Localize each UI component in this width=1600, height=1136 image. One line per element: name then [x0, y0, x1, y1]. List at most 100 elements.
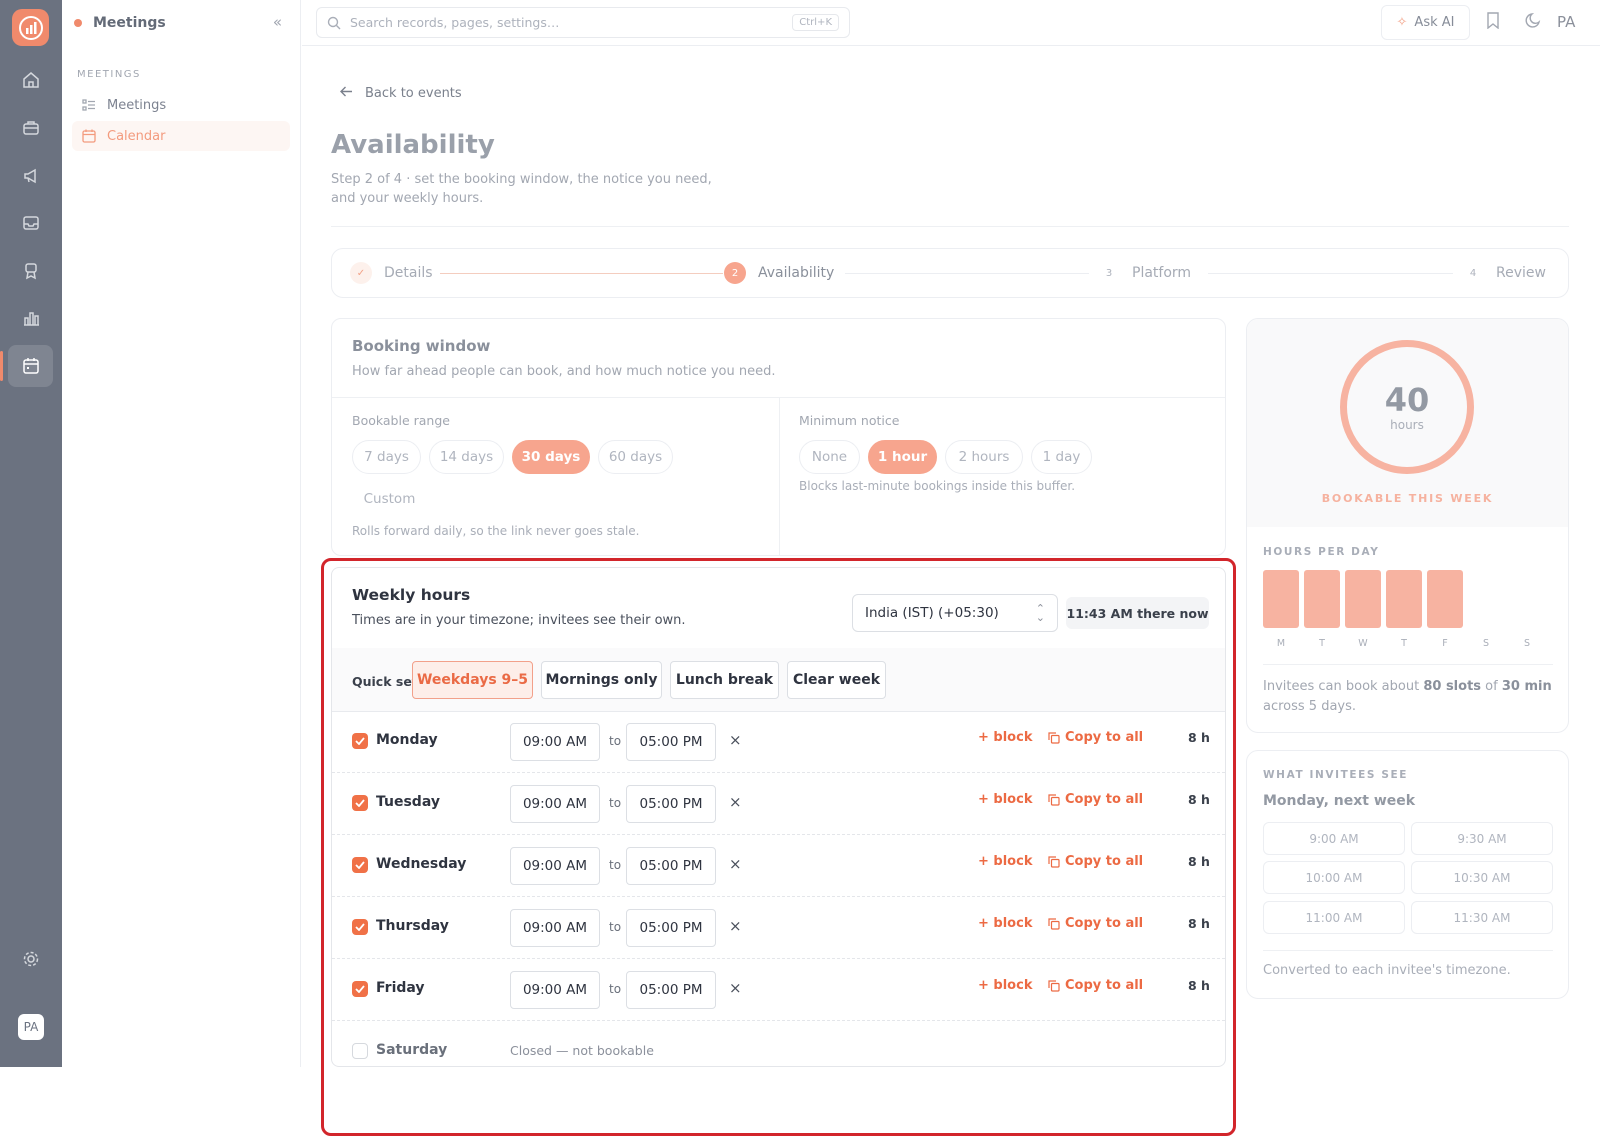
day-axis-label: T [1401, 638, 1407, 649]
list-icon [82, 99, 96, 111]
card-subtitle: How far ahead people can book, and how m… [352, 364, 776, 379]
divider [779, 397, 780, 555]
time-slot: 11:00 AM [1263, 901, 1405, 934]
step-details[interactable]: ✓ Details [350, 249, 433, 297]
invitee-preview-title: WHAT INVITEES SEE [1263, 769, 1409, 781]
step-connector [1208, 273, 1453, 274]
ring-panel: 40 hours BOOKABLE THIS WEEK [1247, 319, 1568, 527]
step-label: Platform [1132, 265, 1192, 281]
step-number: 4 [1469, 267, 1477, 279]
range-option-14-days[interactable]: 14 days [429, 440, 504, 474]
day-hours-bar [1263, 570, 1299, 628]
check-icon: ✓ [350, 262, 372, 284]
sparkle-icon: ✧ [1396, 15, 1408, 30]
summary-slots: 80 slots [1423, 679, 1482, 694]
range-option-60-days[interactable]: 60 days [598, 440, 673, 474]
status-dot [74, 19, 82, 27]
bookmark-icon[interactable] [1486, 12, 1500, 29]
range-option-30-days[interactable]: 30 days [512, 440, 590, 474]
app-logo-icon[interactable] [12, 9, 49, 46]
user-avatar[interactable]: PA [1557, 13, 1575, 31]
page-title: Availability [331, 130, 495, 160]
search-icon [327, 16, 341, 30]
dark-mode-moon-icon[interactable] [1525, 12, 1542, 29]
inbox-icon[interactable] [8, 202, 53, 244]
sidebar-item-calendar[interactable]: Calendar [72, 121, 290, 151]
step-progress: ✓ Details 2 Availability 3 Platform 4 Re… [331, 248, 1569, 298]
top-bar: Search records, pages, settings… Ctrl+K … [302, 0, 1600, 46]
user-avatar[interactable]: PA [18, 1014, 44, 1040]
day-axis-label: M [1276, 638, 1286, 649]
step-platform[interactable]: 3 Platform [1098, 249, 1191, 297]
notice-option-1-hour[interactable]: 1 hour [868, 440, 937, 474]
home-icon[interactable] [8, 59, 53, 101]
calendar-icon[interactable] [0, 345, 53, 387]
range-note: Rolls forward daily, so the link never g… [352, 524, 640, 538]
step-connector [440, 273, 723, 274]
notice-option-2-hours[interactable]: 2 hours [945, 440, 1023, 474]
sidebar-section-label: MEETINGS [77, 69, 141, 80]
day-axis-label: W [1358, 638, 1368, 649]
day-hours-bar [1427, 570, 1463, 628]
step-number: 3 [1105, 267, 1113, 279]
step-review[interactable]: 4 Review [1462, 249, 1546, 297]
back-to-events-link[interactable]: Back to events [340, 86, 462, 101]
booking-window-card: Booking window How far ahead people can … [331, 318, 1226, 556]
summary-text: of [1481, 679, 1502, 694]
settings-gear-icon[interactable] [8, 938, 53, 980]
search-placeholder: Search records, pages, settings… [350, 15, 560, 30]
sidebar-item-meetings[interactable]: Meetings [72, 90, 290, 120]
notice-note: Blocks last-minute bookings inside this … [799, 479, 1076, 493]
megaphone-icon[interactable] [8, 155, 53, 197]
briefcase-icon[interactable] [8, 107, 53, 149]
range-option-7-days[interactable]: 7 days [352, 440, 421, 474]
day-axis-label: S [1482, 638, 1490, 649]
page-subtitle: Step 2 of 4 · set the booking window, th… [331, 172, 712, 206]
hours-per-day-chart: MTWTFSS [1263, 570, 1553, 650]
arrow-left-icon [340, 86, 353, 101]
time-slot: 10:30 AM [1411, 861, 1553, 894]
divider [1263, 664, 1553, 665]
ask-ai-label: Ask AI [1414, 15, 1455, 30]
app-rail: PA [0, 0, 62, 1067]
step-label: Availability [758, 265, 835, 281]
divider [1263, 950, 1553, 951]
day-hours-bar [1386, 570, 1422, 628]
invitee-preview-card: WHAT INVITEES SEE Monday, next week 9:00… [1246, 750, 1569, 999]
step-availability[interactable]: 2 Availability [724, 249, 834, 297]
sidebar-title: Meetings [93, 15, 166, 31]
time-slot: 11:30 AM [1411, 901, 1553, 934]
time-slot: 10:00 AM [1263, 861, 1405, 894]
time-slot: 9:30 AM [1411, 822, 1553, 855]
day-axis-label: F [1442, 638, 1448, 649]
hours-per-day-title: HOURS PER DAY [1263, 546, 1380, 558]
notice-option-none[interactable]: None [799, 440, 860, 474]
card-title: Booking window [352, 337, 491, 355]
collapse-sidebar-icon[interactable]: « [273, 13, 282, 31]
award-icon[interactable] [8, 250, 53, 292]
step-label: Details [384, 265, 433, 281]
hours-unit: hours [1390, 418, 1424, 432]
notice-option-1-day[interactable]: 1 day [1031, 440, 1092, 474]
day-axis-label: T [1319, 638, 1325, 649]
search-shortcut: Ctrl+K [792, 14, 839, 31]
invitee-preview-date: Monday, next week [1263, 793, 1416, 809]
hours-ring: 40 hours [1340, 340, 1474, 474]
bookable-hours-card: 40 hours BOOKABLE THIS WEEK HOURS PER DA… [1246, 318, 1569, 733]
sidebar-item-label: Calendar [107, 128, 166, 144]
timezone-note: Converted to each invitee's timezone. [1263, 963, 1511, 978]
calendar-icon [82, 129, 96, 143]
slots-summary: Invitees can book about 80 slots of 30 m… [1263, 677, 1553, 717]
day-axis-label: S [1523, 638, 1531, 649]
secondary-sidebar: Meetings « MEETINGS Meetings Calendar [62, 0, 301, 1067]
focus-highlight [321, 558, 1236, 1136]
ask-ai-button[interactable]: ✧ Ask AI [1381, 5, 1470, 40]
range-option-custom[interactable]: Custom [352, 482, 427, 516]
bar-chart-icon[interactable] [8, 297, 53, 339]
search-input[interactable]: Search records, pages, settings… Ctrl+K [316, 7, 850, 38]
divider [331, 226, 1569, 227]
sidebar-header: Meetings [62, 0, 300, 46]
step-connector [845, 273, 1089, 274]
bookable-caption: BOOKABLE THIS WEEK [1321, 492, 1494, 505]
hours-total: 40 [1384, 381, 1430, 419]
